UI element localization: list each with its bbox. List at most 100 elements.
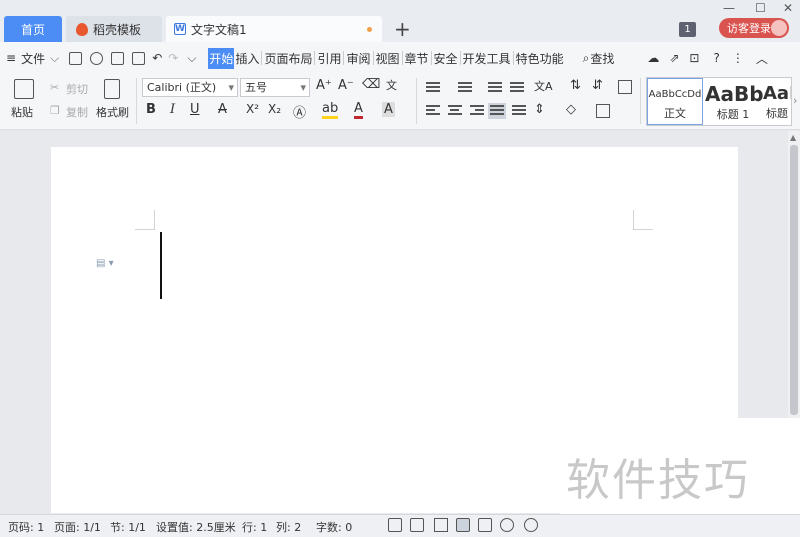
menu-review[interactable]: 审阅 [345, 48, 371, 69]
chevron-right-icon[interactable]: › [793, 94, 797, 107]
border-icon[interactable] [596, 104, 610, 118]
undo-icon[interactable]: ↶ [152, 51, 162, 65]
justify-icon[interactable] [488, 103, 506, 119]
print-icon[interactable] [111, 51, 125, 65]
font-name-value: Calibri (正文) [147, 81, 217, 94]
shading-fill-icon[interactable]: ◇ [566, 102, 576, 117]
scrollbar-thumb[interactable] [790, 145, 798, 415]
status-section[interactable]: 节: 1/1 [110, 519, 146, 535]
daoke-logo-icon [76, 22, 88, 36]
chinese-layout-icon[interactable]: 文A [534, 78, 553, 94]
edit-mode-icon[interactable] [434, 518, 448, 532]
strikethrough-button[interactable]: A [218, 102, 227, 117]
save-icon[interactable] [69, 51, 83, 65]
page-view-icon[interactable] [456, 518, 470, 532]
subscript-button[interactable]: X₂ [268, 102, 281, 116]
search-button[interactable]: 查找 [589, 48, 615, 69]
style-gallery: AaBbCcDd 正文 AaBb 标题 1 AaI 标题 [646, 77, 792, 126]
status-setting[interactable]: 设置值: 2.5厘米 [156, 519, 236, 535]
sort-icon[interactable]: ⇅ [570, 78, 581, 93]
export-pdf-icon[interactable] [90, 51, 104, 65]
align-left-icon[interactable] [426, 105, 440, 117]
italic-button[interactable]: I [170, 102, 175, 117]
bold-button[interactable]: B [146, 102, 156, 117]
font-color-icon[interactable]: A [354, 102, 363, 119]
tab-document[interactable]: W 文字文稿1 [166, 16, 382, 42]
cloud-icon[interactable]: ☁ [647, 51, 659, 65]
menu-references[interactable]: 引用 [316, 48, 342, 69]
menu-home[interactable]: 开始 [208, 47, 235, 69]
copy-button[interactable]: 复制 [66, 104, 88, 120]
underline-button[interactable]: U [190, 102, 200, 117]
char-shading-icon[interactable]: A [382, 102, 395, 117]
align-center-icon[interactable] [448, 105, 462, 117]
style-heading2[interactable]: AaI 标题 [763, 78, 791, 125]
customize-toolbar-icon[interactable]: ⌵ [187, 51, 196, 66]
highlight-icon[interactable]: ab [322, 102, 339, 119]
shrink-font-button[interactable]: A⁻ [338, 78, 354, 93]
format-painter-icon[interactable] [104, 79, 120, 99]
avatar-icon [771, 20, 787, 36]
distributed-align-icon[interactable] [512, 105, 526, 117]
scroll-up-icon[interactable]: ▲ [790, 133, 796, 142]
menu-developer[interactable]: 开发工具 [462, 48, 512, 69]
paragraph-layout-icon[interactable]: ▤ ▾ [96, 258, 114, 269]
style-heading1[interactable]: AaBb 标题 1 [705, 78, 764, 125]
cut-button[interactable]: 剪切 [66, 81, 88, 97]
status-word-count[interactable]: 字数: 0 [316, 519, 352, 535]
grow-font-button[interactable]: A⁺ [316, 78, 332, 93]
numbered-list-icon[interactable] [458, 82, 472, 94]
text-effect-icon[interactable]: Ⓐ [293, 102, 306, 121]
outline-view-icon[interactable] [478, 518, 492, 532]
status-page-number[interactable]: 页码: 1 [8, 519, 44, 535]
tab-home[interactable]: 首页 [4, 16, 62, 42]
menu-features[interactable]: 特色功能 [515, 48, 565, 69]
style-heading1-preview: AaBb [705, 82, 764, 106]
decrease-indent-icon[interactable] [488, 82, 502, 94]
tab-templates[interactable]: 稻壳模板 [66, 16, 162, 42]
search-icon[interactable]: ⌕ [583, 51, 590, 66]
help-button[interactable]: ? [713, 51, 719, 65]
status-bar: 页码: 1 页面: 1/1 节: 1/1 设置值: 2.5厘米 行: 1 列: … [0, 514, 800, 537]
collab-icon[interactable]: ⊡ [689, 51, 699, 65]
maximize-button[interactable]: ☐ [755, 1, 766, 15]
style-normal[interactable]: AaBbCcDd 正文 [647, 78, 703, 125]
web-view-icon[interactable] [500, 518, 514, 532]
table-icon[interactable] [618, 80, 632, 94]
paragraph-spacing-icon[interactable]: ⇕ [534, 102, 545, 117]
more-icon[interactable]: ⋮ [732, 51, 744, 65]
share-icon[interactable]: ⇗ [669, 51, 679, 65]
fullscreen-icon[interactable] [388, 518, 402, 532]
menu-view[interactable]: 视图 [375, 48, 401, 69]
redo-icon[interactable]: ↷ [168, 51, 178, 65]
login-button[interactable]: 访客登录 [719, 18, 789, 38]
chevron-down-icon[interactable]: ⌵ [50, 51, 59, 66]
clear-format-icon[interactable]: ⌫ [362, 77, 380, 92]
menu-chapter[interactable]: 章节 [404, 48, 430, 69]
bullet-list-icon[interactable] [426, 82, 440, 94]
new-tab-button[interactable]: + [394, 17, 411, 41]
superscript-button[interactable]: X² [246, 102, 259, 116]
format-painter-button[interactable]: 格式刷 [96, 104, 129, 120]
window-count-badge[interactable]: 1 [679, 22, 696, 37]
status-pages[interactable]: 页面: 1/1 [54, 519, 101, 535]
menu-file[interactable]: 文件 [20, 48, 46, 69]
minimize-button[interactable]: — [723, 1, 735, 15]
eye-protection-icon[interactable] [524, 518, 538, 532]
increase-indent-icon[interactable] [510, 82, 524, 94]
collapse-ribbon-icon[interactable]: ︿ [756, 50, 768, 67]
font-size-select[interactable]: 五号 ▾ [240, 78, 310, 97]
phonetic-guide-icon[interactable]: 文 [386, 77, 397, 93]
paste-button[interactable]: 粘贴 [11, 104, 33, 120]
align-right-icon[interactable] [470, 105, 484, 117]
line-spacing-icon[interactable]: ⇵ [592, 78, 603, 93]
paste-icon[interactable] [14, 79, 34, 99]
font-name-select[interactable]: Calibri (正文) ▾ [142, 78, 238, 97]
menu-insert[interactable]: 插入 [234, 48, 260, 69]
print-preview-icon[interactable] [132, 51, 146, 65]
close-button[interactable]: ✕ [783, 1, 793, 15]
menu-icon[interactable]: ≡ [6, 51, 16, 65]
menu-security[interactable]: 安全 [433, 48, 459, 69]
menu-layout[interactable]: 页面布局 [263, 48, 313, 69]
reading-mode-icon[interactable] [410, 518, 424, 532]
